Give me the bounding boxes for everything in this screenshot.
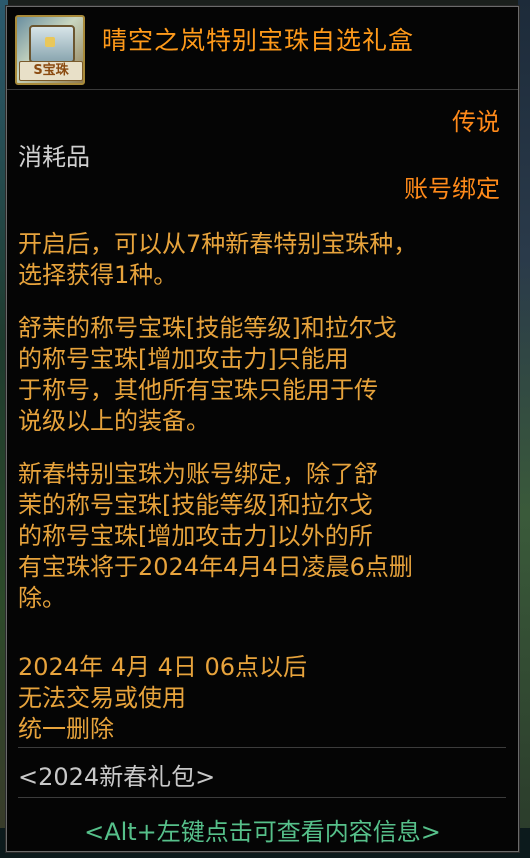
package-label: <2024新春礼包>: [18, 763, 216, 791]
item-tooltip: S宝珠 晴空之岚特别宝珠自选礼盒 传说 消耗品 账号绑定 开启后，可以从7种新春…: [6, 6, 519, 852]
divider: [18, 797, 506, 798]
icon-badge: S宝珠: [19, 61, 83, 81]
alt-click-hint: <Alt+左键点击可查看内容信息>: [84, 818, 441, 846]
tooltip-header: S宝珠 晴空之岚特别宝珠自选礼盒: [7, 7, 518, 90]
expiry-notice: 2024年 4月 4日 06点以后 无法交易或使用 统一删除: [18, 653, 308, 743]
description-paragraph-1: 开启后，可以从7种新春特别宝珠种， 选择获得1种。: [18, 230, 418, 289]
category-label: 消耗品: [18, 143, 90, 171]
description-paragraph-3: 新春特别宝珠为账号绑定，除了舒 茉的称号宝珠[技能等级]和拉尔戈 的称号宝珠[增…: [18, 460, 413, 612]
background-right-edge: [518, 0, 530, 858]
gift-box-icon[interactable]: S宝珠: [15, 15, 85, 85]
binding-label: 账号绑定: [404, 175, 500, 203]
chest-icon: [29, 25, 75, 63]
item-title: 晴空之岚特别宝珠自选礼盒: [102, 26, 415, 55]
divider: [18, 747, 506, 748]
description-paragraph-2: 舒茉的称号宝珠[技能等级]和拉尔戈 的称号宝珠[增加攻击力]只能用 于称号，其他…: [18, 314, 397, 435]
rarity-label: 传说: [452, 108, 500, 136]
